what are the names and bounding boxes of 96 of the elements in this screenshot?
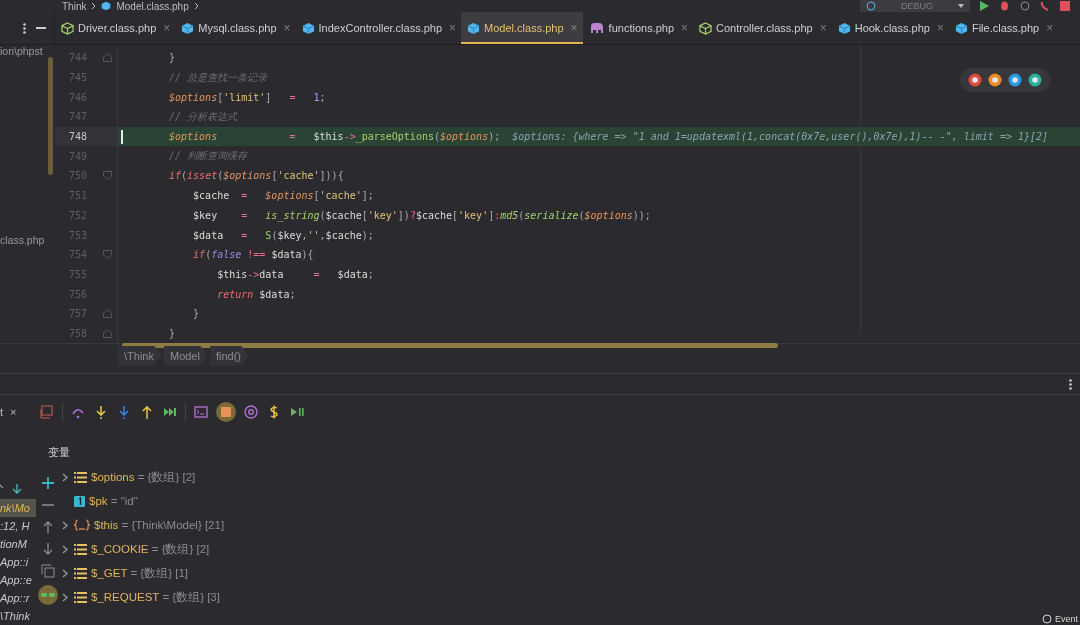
code-line: } (192, 308, 200, 320)
variable-entry[interactable]: $_COOKIE = {数组} [2] (91, 541, 210, 557)
cube-icon (954, 21, 968, 35)
file-tab[interactable]: Driver.class.php × (55, 12, 176, 44)
minimize-icon[interactable] (36, 27, 46, 30)
code-line: $data = S($key,'',$cache); (192, 229, 374, 241)
arrow-down-icon[interactable] (12, 482, 22, 494)
fold-marker-icon[interactable] (102, 250, 112, 260)
frames-icon[interactable] (38, 404, 55, 421)
close-icon[interactable]: × (1046, 21, 1054, 36)
browser-icon[interactable] (1028, 72, 1042, 87)
cube-icon (301, 21, 315, 35)
stack-frame[interactable]: \Think (0, 607, 36, 625)
project-tree-item[interactable]: class.php (0, 233, 45, 246)
braces-icon (74, 519, 90, 531)
stop-icon[interactable] (1060, 1, 1070, 12)
variable-entry[interactable]: $this = {Think\Model} [21] (94, 519, 225, 531)
file-tab[interactable]: IndexController.class.php × (295, 12, 462, 44)
browser-icon[interactable] (968, 72, 982, 87)
close-icon[interactable]: × (283, 21, 291, 36)
file-tab[interactable]: File.class.php × (948, 12, 1059, 44)
debug-tab-label[interactable]: t (0, 406, 4, 419)
cube-outline-icon (699, 21, 713, 35)
text-caret (121, 129, 123, 144)
code-line: if(false !== $data){ (192, 249, 314, 261)
file-tab[interactable]: Hook.class.php × (831, 12, 949, 44)
glasses-icon[interactable] (38, 585, 58, 605)
variable-entry[interactable]: $options = {数组} [2] (91, 469, 196, 485)
stack-frame[interactable]: App::r (0, 589, 36, 607)
chevron-right-icon[interactable] (62, 520, 68, 530)
chevron-right-icon[interactable] (62, 472, 68, 482)
number-icon (74, 495, 85, 507)
code-line: $this->data = $data; (216, 268, 374, 280)
cube-icon (101, 1, 112, 12)
breadcrumb-item[interactable]: Model.class.php (116, 0, 189, 12)
project-tree-item[interactable]: ion\phpst (0, 44, 43, 57)
file-tab[interactable]: Mysql.class.php × (175, 12, 296, 44)
fold-marker-icon[interactable] (102, 171, 112, 181)
browser-icon[interactable] (988, 72, 1002, 87)
cube-icon (837, 21, 851, 35)
code-line: $key = is_string($cache['key'])?$cache['key']:md5(serialize($options)); (192, 209, 651, 221)
caret-icon (958, 4, 964, 9)
fold-marker-icon[interactable] (102, 328, 112, 338)
variables-title: 变量 (48, 445, 71, 460)
add-icon[interactable] (40, 475, 56, 491)
event-log-label[interactable]: Event (1055, 614, 1078, 624)
chevron-right-icon (193, 2, 199, 11)
variable-entry[interactable]: $pk = "id" (89, 495, 138, 507)
chevron-right-icon[interactable] (62, 544, 68, 554)
code-line: // 判断查询缓存 (169, 149, 248, 164)
close-icon[interactable]: × (819, 21, 827, 36)
code-line: } (169, 52, 176, 64)
close-icon[interactable]: × (163, 21, 171, 36)
cube-icon (181, 21, 195, 35)
at-icon[interactable] (242, 404, 259, 421)
file-tab[interactable]: Model.class.php × (461, 12, 583, 44)
more-icon[interactable] (23, 22, 26, 34)
list-icon (74, 567, 87, 579)
close-icon[interactable]: × (449, 21, 457, 36)
console-icon[interactable] (192, 404, 209, 421)
stack-frame[interactable]: tionM (0, 535, 36, 553)
variable-entry[interactable]: $_REQUEST = {数组} [3] (91, 589, 220, 605)
more-icon[interactable] (1069, 378, 1072, 390)
stack-frame[interactable]: :12, H (0, 517, 36, 535)
list-icon (74, 591, 87, 603)
fold-marker-icon[interactable] (102, 53, 112, 63)
line-number: 748 (69, 131, 88, 143)
code-line: return $data; (216, 288, 296, 300)
fold-marker-icon[interactable] (102, 309, 112, 319)
stack-frame[interactable]: App::i (0, 553, 36, 571)
play-icon[interactable] (980, 1, 989, 12)
close-icon[interactable]: × (681, 21, 689, 36)
code-line: $options['limit'] = 1; (169, 91, 326, 103)
variable-entry[interactable]: $_GET = {数组} [1] (91, 565, 188, 581)
code-line: } (169, 327, 176, 339)
browser-icon[interactable] (1008, 72, 1022, 87)
close-icon[interactable]: × (936, 21, 944, 36)
stack-frame[interactable]: nk\Mo (0, 499, 36, 517)
stack-frame[interactable]: App::e (0, 571, 36, 589)
chevron-right-icon (91, 2, 97, 11)
elephant-icon (588, 22, 605, 35)
code-line: if(isset($options['cache'])){ (169, 170, 344, 182)
list-icon (74, 543, 87, 555)
file-tab[interactable]: Controller.class.php × (693, 12, 832, 44)
chevron-right-icon[interactable] (62, 592, 68, 602)
list-icon (74, 471, 87, 483)
cube-outline-icon (61, 21, 74, 35)
breadcrumb-item[interactable]: Think (62, 0, 87, 12)
chevron-right-icon[interactable] (62, 568, 68, 578)
code-line: $options = $this->_parseOptions($options); $options: {where => "1 and 1=updatexml(1,concat(0x7e,user(),0x7e),1)-- -", limit => 1}[2] (169, 131, 1049, 143)
close-icon[interactable]: × (10, 406, 17, 419)
horizontal-scrollbar[interactable] (122, 342, 778, 348)
file-tab[interactable]: functions.php × (582, 12, 694, 44)
breadcrumb-item[interactable]: \Think (118, 345, 162, 366)
code-line: $cache = $options['cache']; (192, 190, 374, 202)
cube-icon (467, 21, 481, 35)
